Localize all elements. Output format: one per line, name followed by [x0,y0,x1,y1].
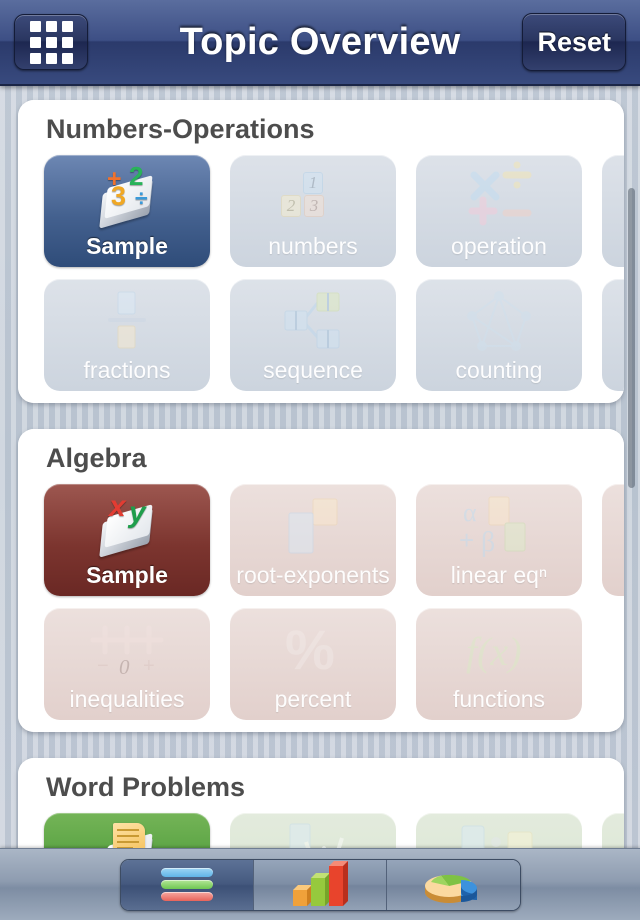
sequence-nodes-icon [230,285,396,357]
tile-combinations[interactable]: com [602,279,624,391]
tile-fractions[interactable]: fractions [44,279,210,391]
fx-icon: f(x) [416,614,582,686]
tile-label: Sample [86,562,168,588]
tile-functions[interactable]: f(x) functions [416,608,582,720]
combination-icon [602,285,624,357]
percent-icon: % [230,614,396,686]
section-numbers-operations: Numbers-Operations + 2 3 ÷ Sample 1 2 3 … [18,100,624,403]
reset-button[interactable]: Reset [522,13,626,71]
tile-operation[interactable]: operation [416,155,582,267]
navigation-bar: Topic Overview Reset [0,0,640,86]
view-mode-segmented-control [119,858,521,911]
pentagon-graph-icon [416,285,582,357]
topic-scroll-area[interactable]: Numbers-Operations + 2 3 ÷ Sample 1 2 3 … [0,88,640,848]
tile-row [18,813,624,848]
tile-sample-algebra[interactable]: x y Sample [44,484,210,596]
pie-chart-icon [421,862,485,908]
section-algebra: Algebra x y Sample root-exponents α + β … [18,429,624,732]
vertical-scrollbar[interactable] [628,188,635,488]
number-blocks-icon: 1 2 3 [230,161,396,233]
tile-linear-equations[interactable]: α + β linear eqⁿ [416,484,582,596]
svg-text:%: % [285,618,335,681]
tile-inequalities[interactable]: − 0 + inequalities [44,608,210,720]
tile-percent[interactable]: % percent [230,608,396,720]
section-word-problems: Word Problems [18,758,624,848]
tile-circle-problems[interactable] [602,813,624,848]
svg-text:+: + [143,655,155,677]
grid-menu-button[interactable] [14,14,88,70]
section-title: Algebra [46,443,147,473]
tile-label: counting [455,357,543,383]
tile-row: fractions sequence counting [18,279,624,391]
tile-label: operation [451,233,547,259]
tile-label: sequence [263,357,363,383]
tile-counting[interactable]: counting [416,279,582,391]
svg-text:−: − [97,655,109,677]
grid-icon [29,20,73,64]
tile-label: functions [452,686,546,712]
svg-text:β: β [481,527,495,558]
bar-chart-icon [289,860,351,908]
operators-icon [416,161,582,233]
bottom-toolbar [0,848,640,920]
reset-button-label: Reset [537,26,611,57]
tile-factors[interactable]: fa [602,155,624,267]
svg-text:0: 0 [119,655,130,679]
ratio-icon [416,819,582,848]
section-title: Numbers-Operations [46,114,315,144]
svg-text:f(x): f(x) [466,629,522,674]
segment-bar-chart[interactable] [253,859,387,910]
alpha-beta-icon: α + β [416,490,582,562]
quadratic-icon: α − [602,490,624,562]
tile-root-exponents[interactable]: root-exponents [230,484,396,596]
tile-label: fractions [83,357,171,383]
tile-row: x y Sample root-exponents α + β linear e… [18,484,624,596]
section-title: Word Problems [46,772,246,802]
tile-sequence[interactable]: sequence [230,279,396,391]
segment-list-view[interactable] [120,859,254,910]
tile-label: root-exponents [236,562,390,588]
root-exponent-icon [230,490,396,562]
tile-quadratic[interactable]: α − quad [602,484,624,596]
tile-row: + 2 3 ÷ Sample 1 2 3 numbers operation [18,155,624,267]
svg-text:+: + [459,525,474,555]
tile-numbers[interactable]: 1 2 3 numbers [230,155,396,267]
circle-icon [602,819,624,848]
tile-label: numbers [268,233,358,259]
segment-pie-chart[interactable] [386,859,520,910]
number-line-icon: − 0 + [44,614,210,686]
fraction-bar-icon [44,285,210,357]
tile-label: Sample [86,233,168,259]
tile-ratio[interactable] [416,813,582,848]
tile-sample-numbers[interactable]: + 2 3 ÷ Sample [44,155,210,267]
factors-icon [602,161,624,233]
list-pills-icon [160,865,213,904]
math-book-icon: + 2 3 ÷ [44,161,210,233]
tile-sample-word-problems[interactable] [44,813,210,848]
svg-text:α: α [463,498,477,527]
tile-label: linear eqⁿ [450,562,548,588]
app-root: Topic Overview Reset Numbers-Operations … [0,0,640,920]
tile-work-rate[interactable] [230,813,396,848]
note-book-icon [44,819,210,848]
tile-row: − 0 + inequalities % percent f(x) functi… [18,608,624,720]
work-rate-icon [230,819,396,848]
tile-label: percent [274,686,352,712]
tile-label: inequalities [69,686,185,712]
xy-book-icon: x y [44,490,210,562]
